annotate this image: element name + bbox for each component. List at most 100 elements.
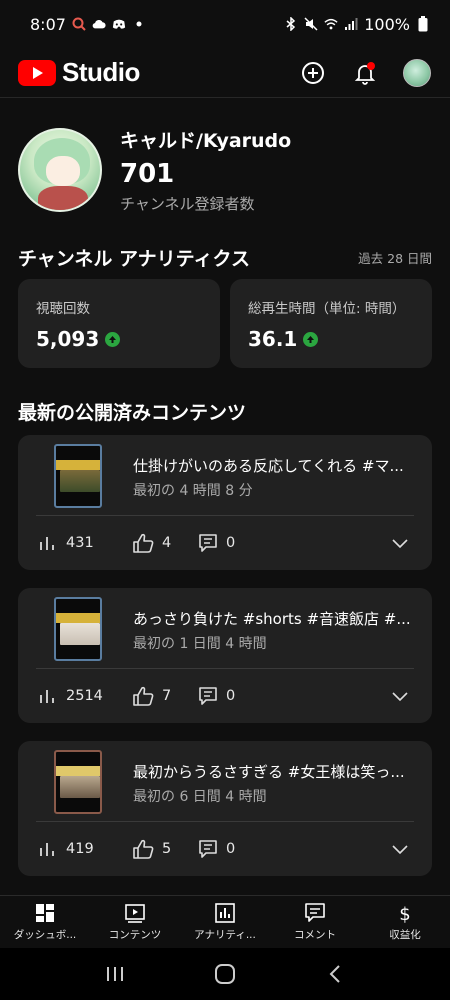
video-subtitle: 最初の 6 日間 4 時間 [133,789,267,805]
likes-count: 4 [162,535,172,551]
recents-button[interactable] [95,954,135,994]
nav-label: ダッシュボ... [13,929,77,941]
dot-icon [132,17,146,31]
chevron-down-icon [392,539,408,549]
analytics-icon [213,901,237,925]
comment-icon [199,687,217,705]
back-icon [329,965,340,983]
chevron-down-icon [392,692,408,702]
comments-stat: 0 [198,686,235,706]
divider [36,668,414,669]
chevron-down-icon [392,845,408,855]
video-thumbnail[interactable] [54,444,102,508]
divider [36,515,414,516]
comment-icon [199,534,217,552]
like-icon [133,533,154,553]
views-stat: 2514 [38,687,132,705]
bottom-navigation: ダッシュボ... コンテンツ アナリティ... コメント $ 収益化 [0,895,450,947]
wifi-icon [324,17,338,31]
cloud-icon [92,17,106,31]
video-card[interactable]: あっさり負けた #shorts #音速飯店 #... 最初の 1 日間 4 時間… [18,588,432,723]
bluetooth-icon [284,17,298,31]
views-icon [40,843,54,856]
trend-up-icon [105,331,121,347]
channel-info: キャルド/Kyarudo 701 チャンネル登録者数 [120,126,291,214]
notifications-button[interactable] [350,58,380,88]
nav-item-analytics[interactable]: アナリティ... [180,896,270,947]
comments-count: 0 [226,841,236,857]
expand-button[interactable] [388,837,412,861]
back-button[interactable] [315,954,355,994]
nav-item-content[interactable]: コンテンツ [90,896,180,947]
video-thumbnail[interactable] [54,597,102,661]
metric-label: 総再生時間（単位: 時間） [248,301,406,317]
create-button[interactable] [298,58,328,88]
likes-stat: 5 [132,839,198,859]
youtube-play-icon [18,59,56,86]
analytics-header: チャンネル アナリティクス 過去 28 日間 [18,244,432,271]
comment-icon [199,840,217,858]
signal-icon [344,17,358,31]
trend-up-icon [303,331,319,347]
account-avatar [403,58,431,87]
comments-stat: 0 [198,533,235,553]
video-stats: 2514 7 0 [38,684,412,708]
nav-item-dashboard[interactable]: ダッシュボ... [0,896,90,947]
video-stats: 431 4 0 [38,531,412,555]
latest-content-title: 最新の公開済みコンテンツ [18,402,247,424]
studio-logo[interactable]: Studio [18,57,140,88]
create-icon [302,61,324,84]
nav-label: 収益化 [389,929,421,941]
battery-icon [416,16,430,32]
recents-icon [107,967,123,981]
video-subtitle: 最初の 4 時間 8 分 [133,483,253,499]
metric-card-watch-time[interactable]: 総再生時間（単位: 時間） 36.1 [230,279,432,368]
search-app-icon [72,17,86,31]
app-header: Studio [0,48,450,98]
video-title[interactable]: 仕掛けがいのある反応してくれる #マ... [133,455,418,476]
channel-header: キャルド/Kyarudo 701 チャンネル登録者数 [18,120,432,220]
video-title[interactable]: 最初からうるさすぎる #女王様は笑っ... [133,761,418,782]
notifications-icon [354,61,376,85]
likes-stat: 7 [132,686,198,706]
metric-value: 36.1 [248,327,298,351]
comments-count: 0 [226,535,236,551]
svg-text:$: $ [399,904,410,924]
channel-avatar[interactable] [18,128,102,212]
subscriber-label: チャンネル登録者数 [120,195,255,213]
home-button[interactable] [205,954,245,994]
expand-button[interactable] [388,531,412,555]
views-count: 431 [66,535,94,551]
dashboard-icon [33,901,57,925]
status-left: 8:07 [30,15,146,34]
metric-card-views[interactable]: 視聴回数 5,093 [18,279,220,368]
nav-item-monetization[interactable]: $ 収益化 [360,896,450,947]
analytics-period: 過去 28 日間 [358,251,432,266]
comments-icon [303,901,327,925]
header-actions [298,58,432,88]
channel-name: キャルド/Kyarudo [120,130,292,152]
monetization-icon: $ [393,901,417,925]
analytics-metrics: 視聴回数 5,093 総再生時間（単位: 時間） 36.1 [18,279,432,368]
likes-count: 5 [162,841,172,857]
status-right: 100% [284,15,430,34]
video-thumbnail[interactable] [54,750,102,814]
account-button[interactable] [402,58,432,88]
mute-icon [304,17,318,31]
video-card[interactable]: 仕掛けがいのある反応してくれる #マ... 最初の 4 時間 8 分 431 4… [18,435,432,570]
analytics-title[interactable]: チャンネル アナリティクス [18,244,250,271]
status-bar: 8:07 100% [0,0,450,48]
video-card[interactable]: 最初からうるさすぎる #女王様は笑っ... 最初の 6 日間 4 時間 419 … [18,741,432,876]
likes-count: 7 [162,688,172,704]
metric-value: 5,093 [36,327,100,351]
nav-label: コンテンツ [108,929,162,941]
video-title[interactable]: あっさり負けた #shorts #音速飯店 #... [133,608,418,629]
like-icon [133,686,154,706]
like-icon [133,839,154,859]
expand-button[interactable] [388,684,412,708]
nav-item-comments[interactable]: コメント [270,896,360,947]
home-icon [215,964,235,984]
studio-label: Studio [62,57,140,87]
video-stats: 419 5 0 [38,837,412,861]
views-icon [40,690,54,703]
